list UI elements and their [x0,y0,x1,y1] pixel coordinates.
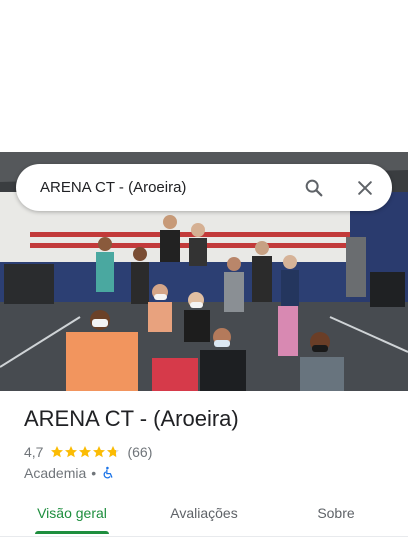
rating-stars [50,445,122,459]
place-category: Academia [24,465,87,481]
search-icon [305,179,323,197]
tab-bar: Visão geral Avaliações Sobre [0,490,408,537]
category-row: Academia • [24,465,115,481]
search-input[interactable]: ARENA CT - (Aroeira) [40,164,186,211]
tab-overview[interactable]: Visão geral [22,490,122,536]
separator: • [91,465,97,481]
active-tab-indicator [35,531,109,534]
wheelchair-icon [103,466,113,479]
place-title: ARENA CT - (Aroeira) [24,406,239,431]
close-button[interactable] [352,175,378,201]
review-count[interactable]: (66) [127,444,152,460]
close-icon [358,181,372,195]
tab-reviews[interactable]: Avaliações [154,490,254,536]
rating-row[interactable]: 4,7 (66) [24,444,152,460]
tab-about[interactable]: Sobre [286,490,386,536]
search-bar[interactable]: ARENA CT - (Aroeira) [16,164,392,211]
rating-value: 4,7 [24,444,44,460]
search-button[interactable] [301,175,327,201]
star-icon [51,446,120,458]
